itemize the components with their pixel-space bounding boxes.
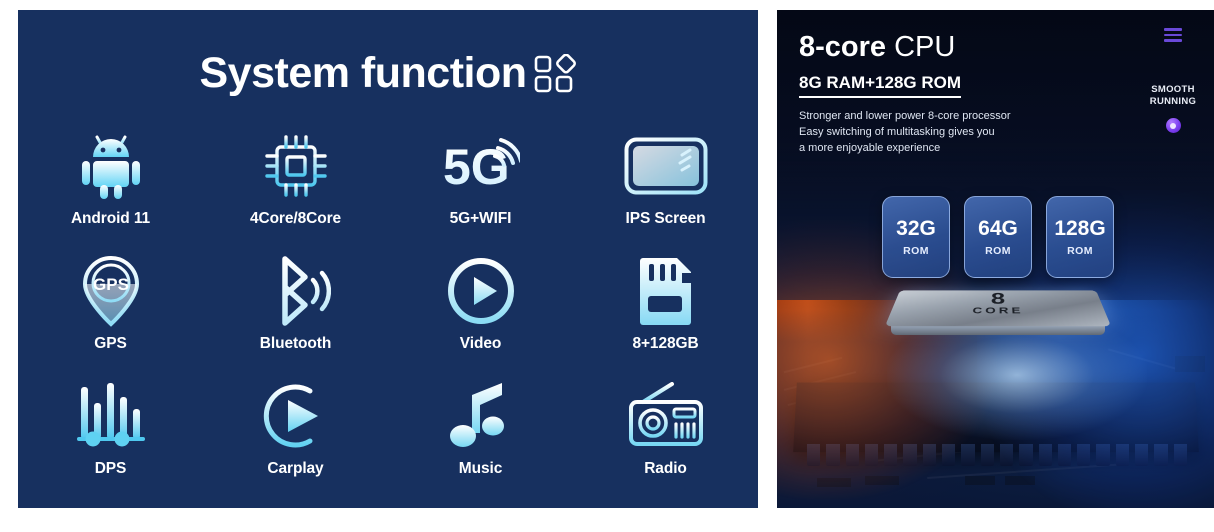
rom-badge-unit: ROM <box>903 244 929 257</box>
carplay-icon <box>262 380 330 452</box>
feature-item-music[interactable]: Music <box>388 380 573 505</box>
rom-badge-unit: ROM <box>1067 244 1093 257</box>
cpu-headline-strong: 8-core <box>799 31 887 63</box>
feature-item-carplay[interactable]: Carplay <box>203 380 388 505</box>
feature-item-5g-wifi[interactable]: 5G 5G+WIFI <box>388 130 573 255</box>
feature-label: DPS <box>94 460 127 477</box>
feature-label: Bluetooth <box>259 335 332 352</box>
feature-item-android[interactable]: Android 11 <box>18 130 203 255</box>
feature-label: GPS <box>94 335 127 352</box>
cpu-promo-panel: 8 CORE 8-core CPU 8G RAM+128G ROM Strong… <box>777 10 1214 508</box>
rom-badge-unit: ROM <box>985 244 1011 257</box>
product-feature-banner: System function Android 11 4Core/8Core 5… <box>0 0 1214 532</box>
smooth-running-line2: RUNNING <box>1149 96 1197 108</box>
feature-item-cores[interactable]: 4Core/8Core <box>203 130 388 255</box>
feature-label: 5G+WIFI <box>449 210 512 227</box>
page-title-text: System function <box>199 49 528 97</box>
cpu-headline-rest: CPU <box>886 31 956 63</box>
android-robot-icon <box>80 130 142 202</box>
feature-icon-grid: Android 11 4Core/8Core 5G 5G+WIFI IPS Sc… <box>18 130 758 505</box>
equalizer-icon <box>76 380 145 452</box>
feature-item-ips-screen[interactable]: IPS Screen <box>573 130 758 255</box>
cpu-description: Stronger and lower power 8-core processo… <box>799 109 1099 157</box>
feature-label: Android 11 <box>70 210 151 227</box>
rom-badge[interactable]: 128G ROM <box>1046 196 1114 278</box>
smooth-running-line1: SMOOTH <box>1151 83 1195 95</box>
feature-item-storage[interactable]: 8+128GB <box>573 255 758 380</box>
rom-capacity-badges: 32G ROM 64G ROM 128G ROM <box>882 196 1114 278</box>
cpu-headline: 8-core CPU <box>799 32 1099 62</box>
hamburger-menu-icon[interactable] <box>1142 28 1204 42</box>
cpu-description-line: a more enjoyable experience <box>799 142 941 155</box>
feature-item-bluetooth[interactable]: Bluetooth <box>203 255 388 380</box>
cpu-description-line: Stronger and lower power 8-core processo… <box>799 110 1011 123</box>
cpu-headline-block: 8-core CPU 8G RAM+128G ROM Stronger and … <box>799 32 1099 157</box>
music-note-icon <box>449 380 512 452</box>
feature-label: Video <box>459 335 502 352</box>
rom-badge[interactable]: 64G ROM <box>964 196 1032 278</box>
sd-card-icon <box>637 255 695 327</box>
cpu-package-render: 8 CORE <box>883 278 1113 354</box>
5g-wifi-icon: 5G <box>442 130 520 202</box>
feature-label: IPS Screen <box>625 210 706 227</box>
radio-icon <box>627 380 705 452</box>
feature-label: 8+128GB <box>632 335 699 352</box>
rom-badge-value: 32G <box>896 216 936 240</box>
rom-badge[interactable]: 32G ROM <box>882 196 950 278</box>
feature-label: Radio <box>644 460 687 477</box>
feature-label: Carplay <box>267 460 324 477</box>
feature-label: 4Core/8Core <box>249 210 342 227</box>
page-title: System function <box>18 52 758 95</box>
gps-icon-text: GPS <box>93 275 129 294</box>
status-dot-icon <box>1165 118 1181 134</box>
cpu-subheadline: 8G RAM+128G ROM <box>799 73 962 99</box>
bluetooth-icon <box>261 255 331 327</box>
system-function-panel: System function Android 11 4Core/8Core 5… <box>18 10 758 508</box>
video-play-icon <box>447 255 515 327</box>
feature-item-radio[interactable]: Radio <box>573 380 758 505</box>
smooth-running-rail: SMOOTH RUNNING <box>1142 28 1204 134</box>
cpu-description-line: Easy switching of multitasking gives you <box>799 126 995 139</box>
rom-badge-value: 64G <box>978 216 1018 240</box>
grid-diamond-icon <box>533 53 577 94</box>
rom-badge-value: 128G <box>1054 216 1106 240</box>
cpu-chip-icon <box>263 130 329 202</box>
feature-item-gps[interactable]: GPS GPS <box>18 255 203 380</box>
feature-item-dps[interactable]: DPS <box>18 380 203 505</box>
feature-item-video[interactable]: Video <box>388 255 573 380</box>
feature-label: Music <box>458 460 503 477</box>
ips-screen-icon <box>624 130 708 202</box>
gps-pin-icon: GPS <box>80 255 142 327</box>
smooth-running-caption: SMOOTH RUNNING <box>1142 84 1204 110</box>
